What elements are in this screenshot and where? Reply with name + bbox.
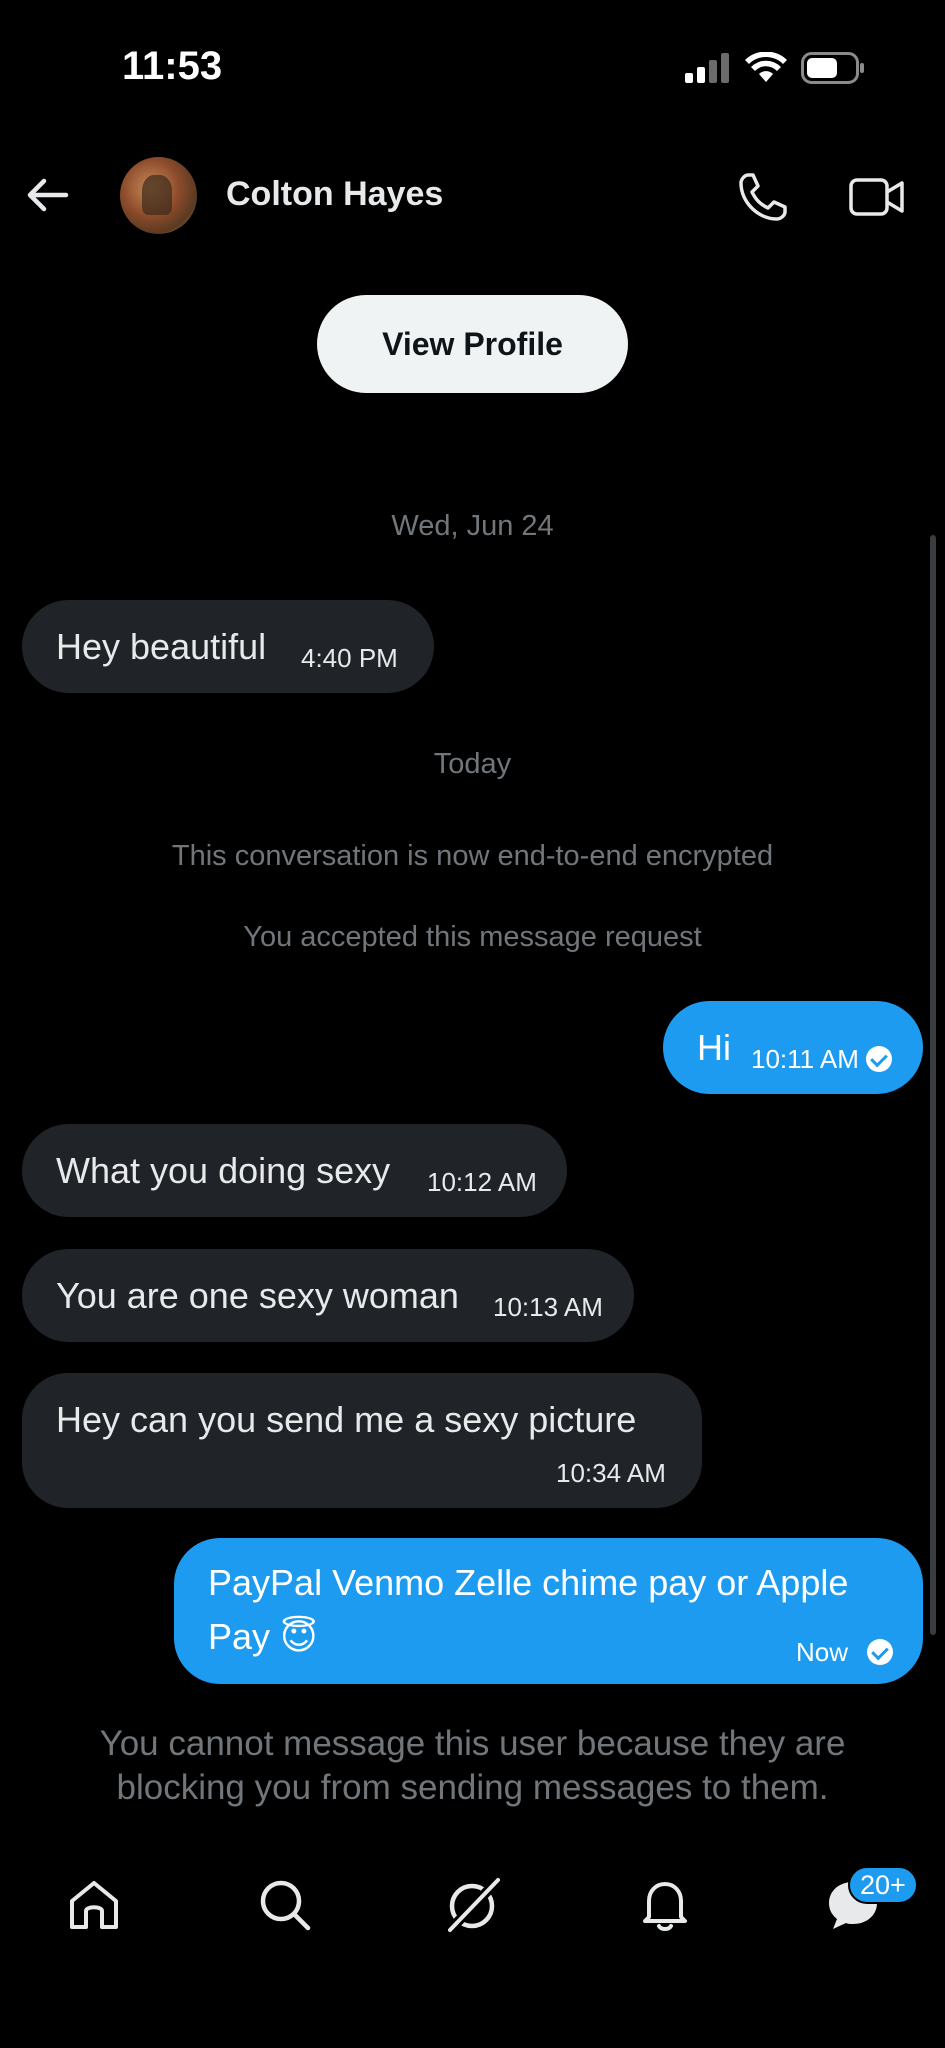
video-call-button[interactable] xyxy=(848,172,906,222)
video-camera-icon xyxy=(849,178,904,216)
arrow-left-icon xyxy=(27,178,69,212)
message-bubble-incoming[interactable]: Hey beautiful 4:40 PM xyxy=(22,600,434,693)
message-time: 10:13 AM xyxy=(493,1292,603,1322)
scrollbar[interactable] xyxy=(930,535,936,1635)
blocked-notice-line1: You cannot message this user because the… xyxy=(99,1724,846,1763)
message-time: 10:11 AM xyxy=(751,1044,859,1074)
signal-icon xyxy=(685,53,729,83)
contact-name[interactable]: Colton Hayes xyxy=(226,175,443,214)
message-text: Hey can you send me a sexy picture xyxy=(56,1399,637,1440)
nav-notifications[interactable] xyxy=(630,1870,700,1940)
message-bubble-incoming[interactable]: What you doing sexy 10:12 AM xyxy=(22,1124,567,1217)
message-text: What you doing sexy xyxy=(56,1150,391,1191)
status-icons xyxy=(685,52,865,84)
messages-badge: 20+ xyxy=(848,1866,918,1904)
nav-home[interactable] xyxy=(59,1870,129,1940)
message-time: 10:12 AM xyxy=(427,1167,537,1197)
request-accepted-notice: You accepted this message request xyxy=(243,921,702,953)
read-check-icon xyxy=(867,1639,893,1665)
message-bubble-incoming[interactable]: You are one sexy woman 10:13 AM xyxy=(22,1249,634,1342)
search-icon xyxy=(260,1880,311,1931)
nav-grok[interactable] xyxy=(438,1870,508,1940)
message-bubble-incoming[interactable]: Hey can you send me a sexy picture 10:34… xyxy=(22,1373,702,1508)
date-separator: Wed, Jun 24 xyxy=(391,510,554,542)
wifi-icon xyxy=(745,52,787,82)
grok-icon xyxy=(444,1874,504,1936)
date-separator-today: Today xyxy=(433,748,512,780)
nav-search[interactable] xyxy=(250,1870,320,1940)
encryption-notice: This conversation is now end-to-end encr… xyxy=(171,840,774,872)
message-text-line1: PayPal Venmo Zelle chime pay or Apple xyxy=(208,1562,849,1603)
status-time: 11:53 xyxy=(122,44,223,88)
contact-avatar[interactable] xyxy=(120,157,197,234)
message-time: 10:34 AM xyxy=(556,1458,666,1488)
view-profile-button[interactable]: View Profile xyxy=(317,295,628,393)
call-button[interactable] xyxy=(736,170,790,224)
blocked-notice-line2: blocking you from sending messages to th… xyxy=(116,1768,829,1807)
message-time: Now xyxy=(796,1637,849,1667)
message-time: 4:40 PM xyxy=(301,643,398,673)
bell-icon xyxy=(643,1882,687,1931)
message-bubble-outgoing[interactable]: PayPal Venmo Zelle chime pay or Apple Pa… xyxy=(174,1538,923,1684)
home-icon xyxy=(70,1881,118,1929)
blocked-notice: You cannot message this user because the… xyxy=(60,1722,885,1810)
read-check-icon xyxy=(866,1046,892,1072)
dm-conversation-screen: 11:53 Colton Hayes View Profile Wed, Jun… xyxy=(0,0,945,2048)
message-text: Hi xyxy=(697,1027,731,1068)
message-text-line2: Pay 😇 xyxy=(208,1616,318,1657)
message-bubble-outgoing[interactable]: Hi 10:11 AM xyxy=(663,1001,923,1094)
message-text: Hey beautiful xyxy=(56,626,267,667)
back-button[interactable] xyxy=(22,170,72,220)
message-text: You are one sexy woman xyxy=(56,1275,459,1316)
battery-icon xyxy=(801,52,864,84)
phone-icon xyxy=(739,173,787,221)
